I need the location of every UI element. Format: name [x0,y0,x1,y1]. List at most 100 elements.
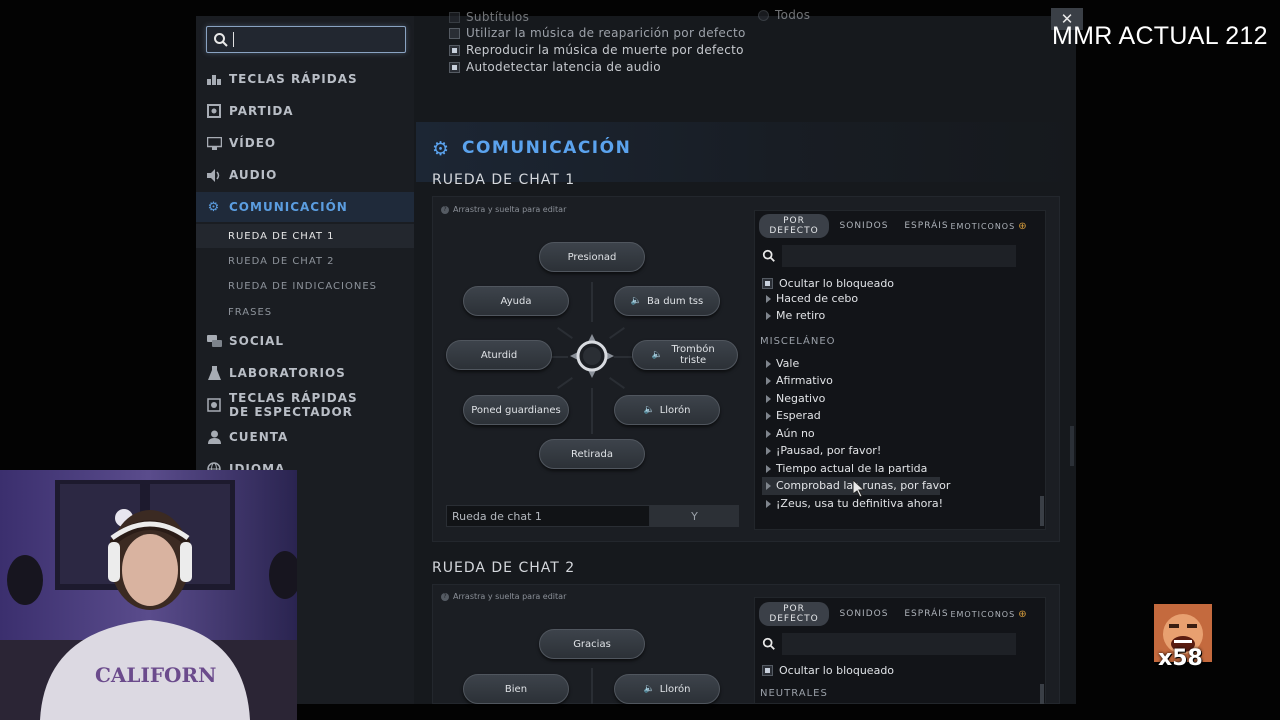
phrase-item[interactable]: Negativo [765,392,825,405]
speaker-icon [206,167,222,183]
tab-default[interactable]: POR DEFECTO [759,602,829,626]
phrase-item[interactable]: Aún no [766,427,815,440]
search-icon [214,33,228,47]
phrase-item[interactable]: Tiempo actual de la partida [765,462,927,475]
subtitles-checkbox[interactable]: Subtítulos [449,10,529,24]
phrase-item[interactable]: Haced de cebo [765,292,858,305]
death-music-checkbox[interactable]: Reproducir la música de muerte por defec… [449,43,744,57]
wheel-slot-upper-right[interactable]: 🔈 Ba dum tss [614,286,720,316]
sidebar-item-label: TECLAS RÁPIDAS [229,72,358,86]
sidebar-subitem-ping-wheel[interactable]: RUEDA DE INDICACIONES [196,274,414,298]
wheel-slot-upper-left[interactable]: Ayuda [463,286,569,316]
slot-label: Aturdid [480,349,518,361]
sidebar-item-game[interactable]: PARTIDA [196,96,414,126]
tab-sounds[interactable]: SONIDOS [829,221,899,231]
sidebar-item-label: VÍDEO [229,136,277,150]
wheel-name-input[interactable]: Rueda de chat 1 [446,505,650,527]
wheel2-slot-top[interactable]: Gracias [539,629,645,659]
speaker-icon: 🔈 [643,404,655,415]
phrase-tabs: POR DEFECTO SONIDOS ESPRÁIS EMOTICONOS ⊕ [759,214,1028,238]
sidebar-item-spectator-hotkeys[interactable]: TECLAS RÁPIDAS DE ESPECTADOR [196,387,414,423]
wheel-slot-bottom[interactable]: Retirada [539,439,645,469]
sidebar-subitem-phrases[interactable]: FRASES [196,300,414,324]
webcam-image: CALIFORN [0,470,297,720]
search-input[interactable] [206,26,406,53]
plus-badge-icon: ⊕ [1018,220,1028,232]
hide-blocked-checkbox[interactable]: Ocultar lo bloqueado [762,664,894,677]
phrase-scrollbar[interactable] [1040,684,1044,704]
checkbox-box [449,11,460,23]
tab-sounds[interactable]: SONIDOS [829,609,899,619]
phrase-search-input[interactable] [782,245,1016,267]
wheel2-slot-upper-left[interactable]: Bien [463,674,569,704]
hide-blocked-checkbox[interactable]: Ocultar lo bloqueado [762,277,894,290]
sidebar-item-label: CUENTA [229,430,289,444]
speaker-icon: 🔈 [630,295,643,306]
phrase-tabs-2: POR DEFECTO SONIDOS ESPRÁIS EMOTICONOS ⊕ [759,602,1027,626]
sidebar-item-audio[interactable]: AUDIO [196,160,414,190]
tab-emoticons[interactable]: EMOTICONOS ⊕ [950,220,1028,232]
sidebar-item-social[interactable]: SOCIAL [196,326,414,356]
checkbox-label: Ocultar lo bloqueado [779,664,895,677]
sidebar-subitem-label: RUEDA DE INDICACIONES [228,280,378,292]
text-caret [233,32,234,47]
sidebar-item-label: AUDIO [229,168,278,182]
person-icon [206,429,222,445]
radio-label: Todos [775,8,811,22]
sidebar-item-label: COMUNICACIÓN [229,200,348,214]
wheel-spoke [614,356,634,358]
auto-latency-checkbox[interactable]: Autodetectar latencia de audio [449,60,661,74]
sidebar-item-video[interactable]: VÍDEO [196,128,414,158]
phrase-item[interactable]: Me retiro [765,309,825,322]
checkbox-label: Autodetectar latencia de audio [466,60,661,74]
sidebar-item-labs[interactable]: LABORATORIOS [196,358,414,388]
tab-emoticons[interactable]: EMOTICONOS ⊕ [950,609,1026,620]
sidebar-item-label: SOCIAL [229,334,285,348]
checkbox-label: Utilizar la música de reaparición por de… [466,26,746,40]
window-scrollbar[interactable] [1070,426,1074,466]
drag-hint: ? Arrastra y suelta para editar [441,205,566,214]
sidebar-subitem-chat-wheel-1[interactable]: RUEDA DE CHAT 1 [196,224,414,248]
slot-label: Llorón [659,404,691,416]
speaker-icon: 🔈 [651,349,664,360]
phrase-item[interactable]: ¡Pausad, por favor! [765,444,881,457]
game-icon [206,103,222,119]
wheel-slot-lower-left[interactable]: Poned guardianes [463,395,569,425]
tab-sprays[interactable]: ESPRÁIS [899,221,954,231]
respawn-music-checkbox[interactable]: Utilizar la música de reaparición por de… [449,26,746,40]
sidebar-item-label: LABORATORIOS [229,366,346,380]
monitor-icon [206,135,222,151]
search-icon [762,637,775,650]
tab-sprays[interactable]: ESPRÁIS [899,609,954,619]
wheel-slot-lower-right[interactable]: 🔈 Llorón [614,395,720,425]
sidebar-item-hotkeys[interactable]: TECLAS RÁPIDAS [196,64,414,94]
phrase-search-input[interactable] [782,633,1016,655]
wheel-center-icon [570,334,614,378]
phrase-item[interactable]: Vale [765,357,799,370]
wheel-slot-right[interactable]: 🔈 Trombón triste [632,340,738,370]
sidebar-item-label: TECLAS RÁPIDAS DE ESPECTADOR [229,391,358,419]
gear-icon: ⚙ [432,138,450,160]
wheel2-slot-upper-right[interactable]: 🔈 Llorón [614,674,720,704]
wheel-hotkey-button[interactable]: Y [650,505,739,527]
sidebar-item-communication[interactable]: ⚙ COMUNICACIÓN [196,192,414,222]
sidebar-subitem-chat-wheel-2[interactable]: RUEDA DE CHAT 2 [196,249,414,273]
wheel-slot-top[interactable]: Presionad [539,242,645,272]
help-icon: ? [441,205,449,214]
drag-hint: ? Arrastra y suelta para editar [441,592,566,601]
section-title: COMUNICACIÓN [462,138,632,158]
wheel-slot-left[interactable]: Aturdid [446,340,552,370]
emote-overlay: x58 [1154,604,1212,674]
slot-label: Ayuda [500,295,532,307]
phrase-scrollbar[interactable] [1040,496,1044,526]
chat-wheel-1-title: RUEDA DE CHAT 1 [432,172,576,188]
wheel-spoke [591,388,593,434]
phrase-item[interactable]: Esperad [766,409,821,422]
tab-default[interactable]: POR DEFECTO [759,214,829,238]
hint-text: Arrastra y suelta para editar [453,592,567,601]
phrase-item[interactable]: ¡Zeus, usa tu definitiva ahora! [765,497,943,510]
sidebar-item-account[interactable]: CUENTA [196,422,414,452]
phrase-item[interactable]: Afirmativo [766,374,833,387]
all-radio-option[interactable]: Todos [758,8,810,22]
help-icon: ? [441,592,449,601]
